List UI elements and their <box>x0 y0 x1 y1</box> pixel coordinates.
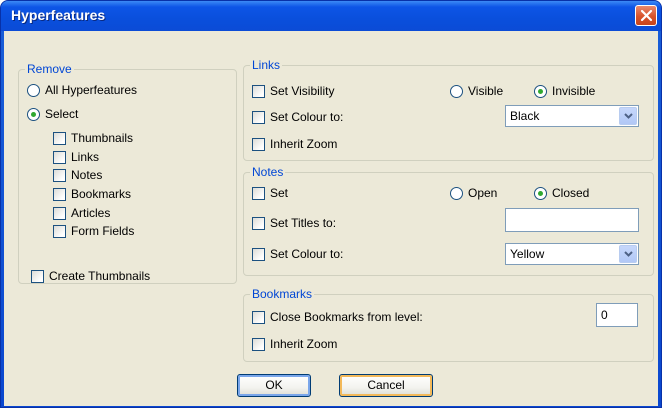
dropdown-button[interactable] <box>619 245 637 263</box>
checkbox[interactable] <box>252 216 265 230</box>
close-icon <box>640 9 653 22</box>
articles-checkbox[interactable]: Articles <box>53 205 110 221</box>
checkbox[interactable] <box>252 186 265 200</box>
dialog-window: Hyperfeatures Remove All Hyperfeatures S… <box>0 0 662 408</box>
bookmarks-inherit-zoom-label: Inherit Zoom <box>270 337 338 351</box>
checkbox[interactable] <box>252 84 265 98</box>
notes-set-checkbox[interactable]: Set <box>252 185 288 201</box>
bookmarks-legend: Bookmarks <box>250 287 315 301</box>
checkbox[interactable] <box>53 206 66 220</box>
select-radio[interactable]: Select <box>27 106 78 122</box>
bookmarks-label: Bookmarks <box>71 187 132 201</box>
links-label: Links <box>71 150 100 164</box>
visible-label: Visible <box>468 84 504 98</box>
checkbox[interactable] <box>53 168 66 182</box>
invisible-label: Invisible <box>552 84 596 98</box>
set-titles-label: Set Titles to: <box>270 216 337 230</box>
close-button[interactable] <box>635 5 657 26</box>
links-colour-value: Black <box>510 109 540 123</box>
close-bookmarks-checkbox[interactable]: Close Bookmarks from level: <box>252 309 423 325</box>
checkbox[interactable] <box>53 131 66 145</box>
checkbox[interactable] <box>53 150 66 164</box>
links-inherit-zoom-checkbox[interactable]: Inherit Zoom <box>252 136 337 152</box>
bookmark-level-input[interactable]: 0 <box>596 303 638 327</box>
links-colour-select[interactable]: Black <box>505 105 639 127</box>
create-thumbnails-label: Create Thumbnails <box>49 269 151 283</box>
notes-colour-select[interactable]: Yellow <box>505 243 639 265</box>
notes-set-colour-checkbox[interactable]: Set Colour to: <box>252 246 343 262</box>
bookmarks-inherit-zoom-checkbox[interactable]: Inherit Zoom <box>252 336 337 352</box>
notes-checkbox[interactable]: Notes <box>53 167 102 183</box>
open-radio[interactable]: Open <box>450 185 497 201</box>
dropdown-button[interactable] <box>619 107 637 125</box>
visible-radio[interactable]: Visible <box>450 83 503 99</box>
radio-button-checked[interactable] <box>27 107 40 121</box>
select-label: Select <box>45 107 79 121</box>
radio-button-checked[interactable] <box>534 84 547 98</box>
links-set-colour-checkbox[interactable]: Set Colour to: <box>252 109 343 125</box>
all-hyperfeatures-label: All Hyperfeatures <box>45 83 138 97</box>
articles-label: Articles <box>71 206 111 220</box>
thumbnails-label: Thumbnails <box>71 131 134 145</box>
checkbox[interactable] <box>252 247 265 261</box>
notes-label: Notes <box>71 168 103 182</box>
window-title: Hyperfeatures <box>11 7 106 23</box>
checkbox[interactable] <box>252 310 265 324</box>
links-checkbox[interactable]: Links <box>53 149 99 165</box>
ok-button[interactable]: OK <box>237 374 311 397</box>
notes-legend: Notes <box>250 165 286 179</box>
chevron-down-icon <box>624 113 633 119</box>
checkbox[interactable] <box>252 137 265 151</box>
links-set-colour-label: Set Colour to: <box>270 110 344 124</box>
ok-label: OK <box>265 378 283 392</box>
create-thumbnails-checkbox[interactable]: Create Thumbnails <box>31 268 150 284</box>
radio-button[interactable] <box>450 186 463 200</box>
invisible-radio[interactable]: Invisible <box>534 83 595 99</box>
thumbnails-checkbox[interactable]: Thumbnails <box>53 130 133 146</box>
checkbox[interactable] <box>31 269 44 283</box>
links-legend: Links <box>250 58 283 72</box>
chevron-down-icon <box>624 251 633 257</box>
links-inherit-zoom-label: Inherit Zoom <box>270 137 338 151</box>
close-bookmarks-label: Close Bookmarks from level: <box>270 310 423 324</box>
notes-set-label: Set <box>270 186 289 200</box>
radio-button[interactable] <box>450 84 463 98</box>
cancel-label: Cancel <box>367 378 405 392</box>
closed-radio[interactable]: Closed <box>534 185 589 201</box>
notes-set-colour-label: Set Colour to: <box>270 247 344 261</box>
title-bar[interactable]: Hyperfeatures <box>1 1 661 31</box>
dialog-body: Remove All Hyperfeatures Select Thumbnai… <box>4 31 658 406</box>
checkbox[interactable] <box>252 110 265 124</box>
checkbox[interactable] <box>53 187 66 201</box>
bookmark-level-value: 0 <box>601 308 608 322</box>
remove-legend: Remove <box>25 62 74 76</box>
open-label: Open <box>468 186 498 200</box>
form-fields-label: Form Fields <box>71 224 135 238</box>
closed-label: Closed <box>552 186 590 200</box>
all-hyperfeatures-radio[interactable]: All Hyperfeatures <box>27 82 137 98</box>
form-fields-checkbox[interactable]: Form Fields <box>53 223 134 239</box>
checkbox[interactable] <box>252 337 265 351</box>
radio-button-checked[interactable] <box>534 186 547 200</box>
set-visibility-label: Set Visibility <box>270 84 335 98</box>
notes-colour-value: Yellow <box>510 247 545 261</box>
set-titles-checkbox[interactable]: Set Titles to: <box>252 215 336 231</box>
bookmarks-checkbox[interactable]: Bookmarks <box>53 186 131 202</box>
cancel-button[interactable]: Cancel <box>339 374 433 397</box>
radio-button[interactable] <box>27 83 40 97</box>
set-visibility-checkbox[interactable]: Set Visibility <box>252 83 334 99</box>
titles-input[interactable] <box>505 208 639 232</box>
remove-group: Remove <box>18 62 237 284</box>
checkbox[interactable] <box>53 224 66 238</box>
